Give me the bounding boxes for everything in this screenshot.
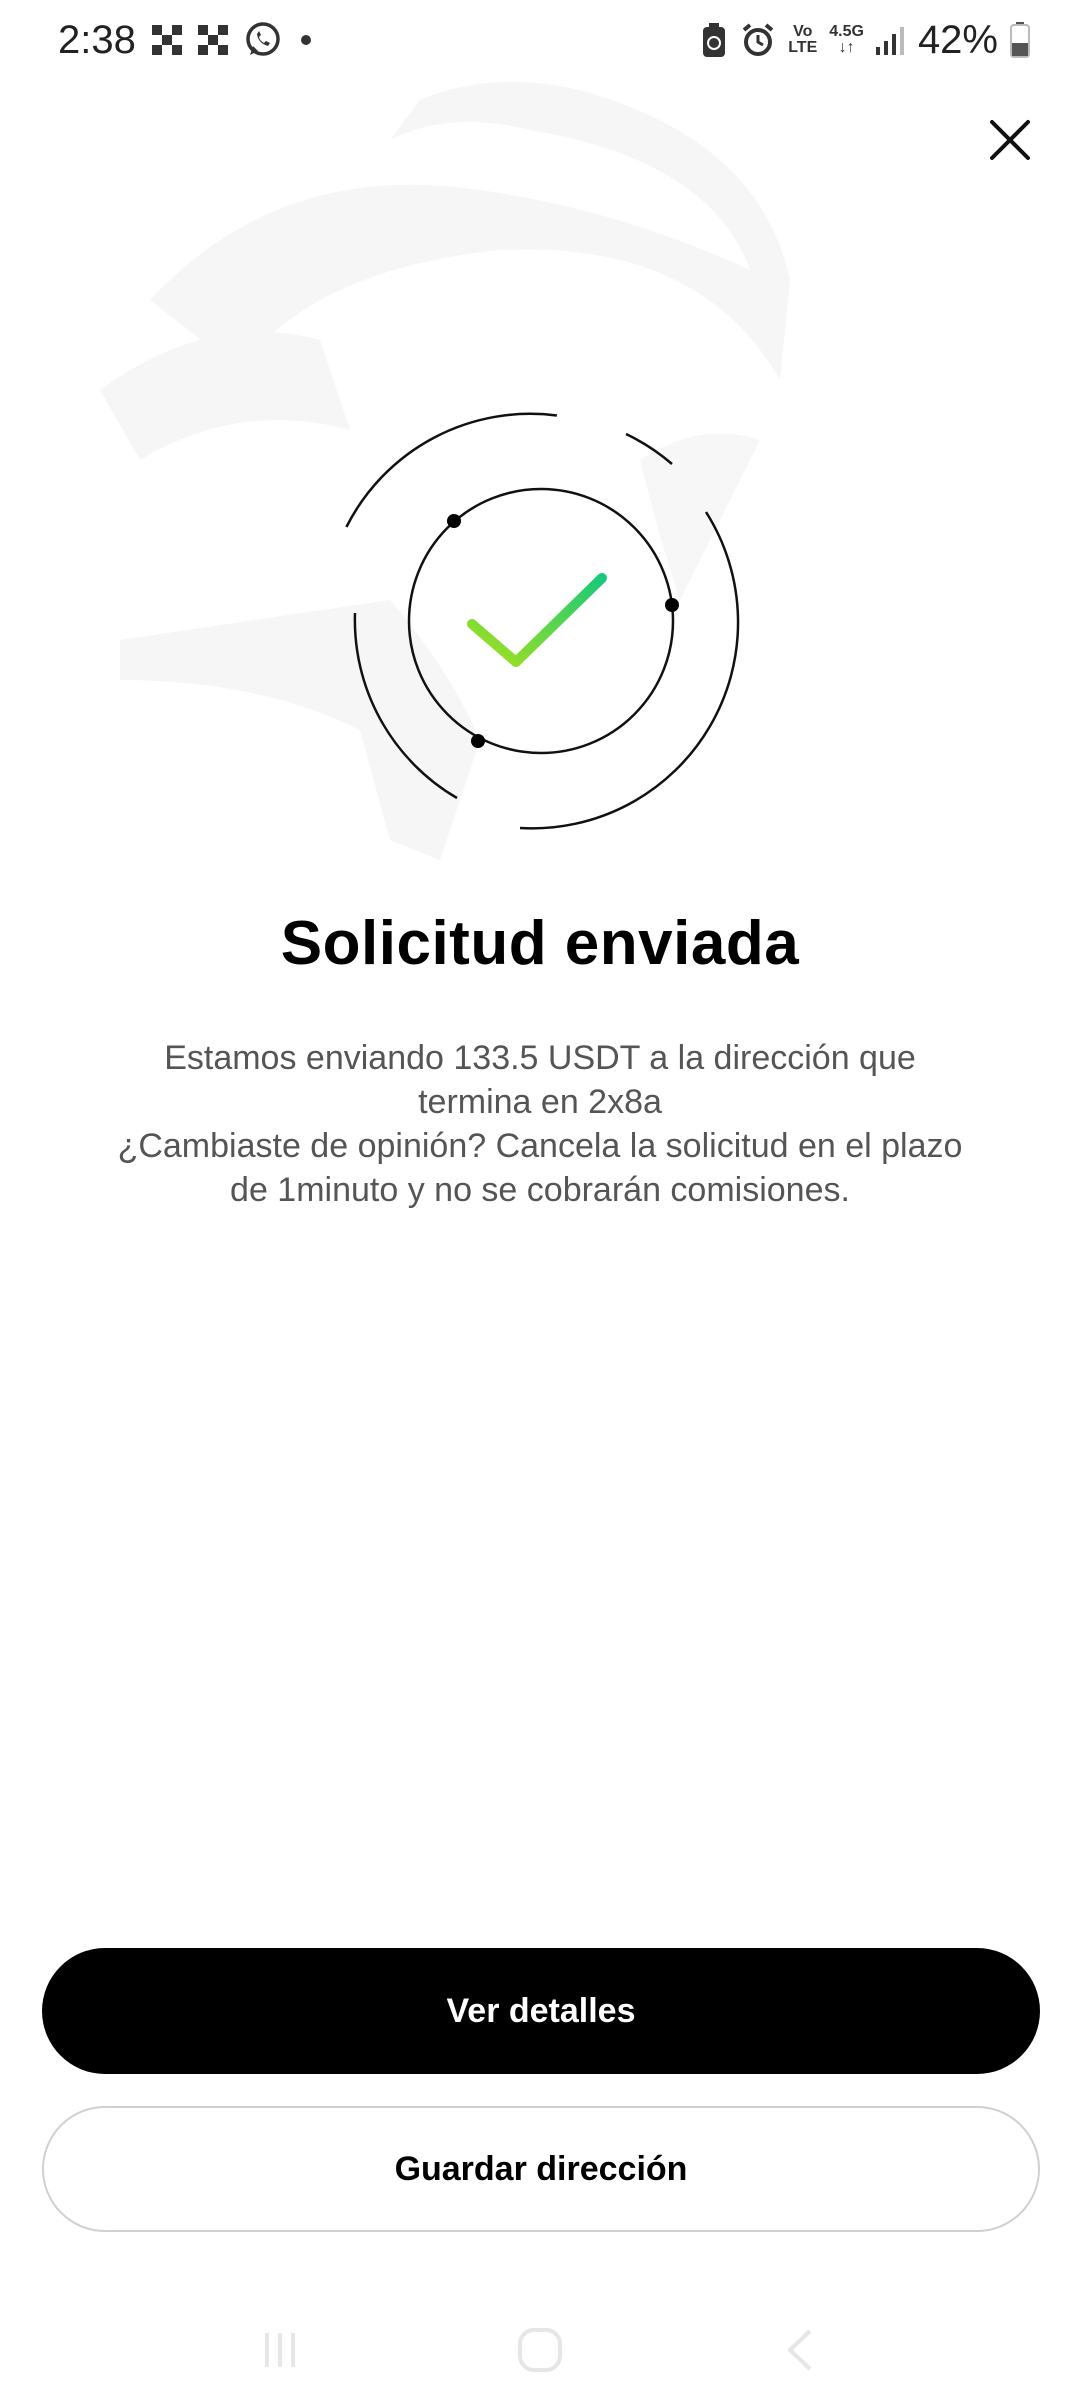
back-icon bbox=[787, 2329, 812, 2371]
battery-percent: 42% bbox=[917, 17, 998, 62]
recent-apps-icon bbox=[265, 2333, 295, 2367]
status-message: Estamos enviando 133.5 USDT a la direcci… bbox=[110, 1036, 970, 1212]
checkmark-icon bbox=[467, 573, 607, 667]
back-button[interactable] bbox=[760, 2310, 840, 2390]
system-nav-bar bbox=[0, 2300, 1080, 2400]
close-button[interactable] bbox=[970, 100, 1050, 180]
home-icon bbox=[518, 2328, 562, 2372]
volte-label-top: Vo bbox=[793, 23, 813, 40]
battery-icon bbox=[1010, 22, 1030, 58]
message-line-cancel: ¿Cambiaste de opinión? Cancela la solici… bbox=[117, 1127, 963, 1209]
success-illustration bbox=[345, 412, 740, 830]
view-details-button[interactable]: Ver detalles bbox=[42, 1948, 1040, 2074]
orbit-dot bbox=[471, 734, 485, 748]
network-label: 4.5G bbox=[829, 23, 864, 40]
page-title: Solicitud enviada bbox=[280, 909, 800, 978]
orbit-dot bbox=[447, 514, 461, 528]
home-button[interactable] bbox=[500, 2310, 580, 2390]
recent-apps-button[interactable] bbox=[240, 2310, 320, 2390]
save-address-button[interactable]: Guardar dirección bbox=[42, 2106, 1040, 2232]
orbit-dot bbox=[665, 598, 679, 612]
outer-ring bbox=[345, 412, 740, 830]
network-4-5g-icon: 4.5G ↓↑ bbox=[829, 23, 864, 56]
screen: 2:38 Vo LTE 4.5G ↓↑ 42% Solicitud enviad… bbox=[0, 0, 1080, 2400]
close-icon bbox=[990, 120, 1030, 160]
message-line-amount: Estamos enviando 133.5 USDT a la direcci… bbox=[164, 1039, 916, 1121]
signal-icon bbox=[875, 25, 906, 55]
inner-ring bbox=[407, 487, 675, 755]
